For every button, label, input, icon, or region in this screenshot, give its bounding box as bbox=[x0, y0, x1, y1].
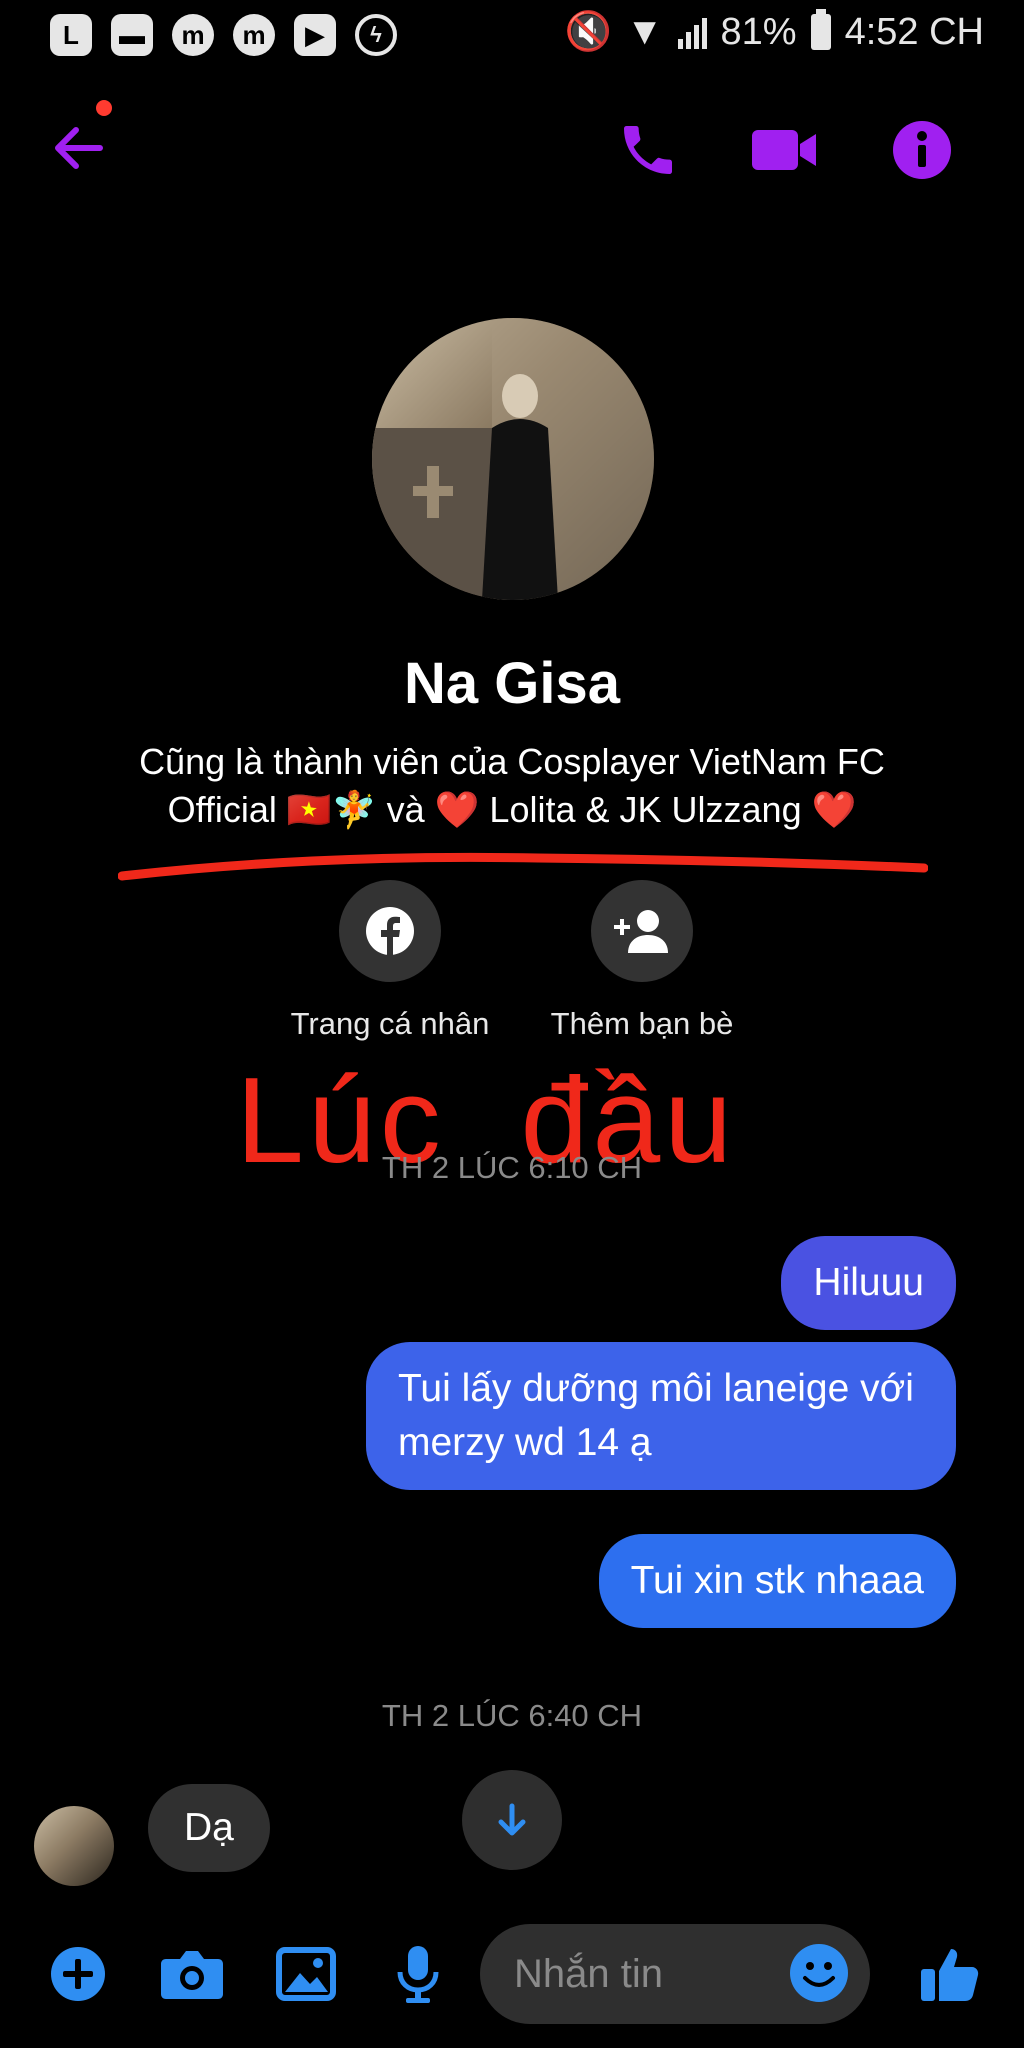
profile-avatar[interactable] bbox=[372, 318, 654, 600]
arrow-down-icon bbox=[498, 1803, 526, 1836]
notification-dot bbox=[96, 100, 112, 116]
gallery-button[interactable] bbox=[274, 1942, 338, 2006]
system-status: 🔇 ▼ 81% 4:52 CH bbox=[564, 9, 984, 54]
sent-message[interactable]: Tui lấy dưỡng môi laneige với merzy wd 1… bbox=[366, 1342, 956, 1490]
info-icon bbox=[893, 121, 951, 179]
signal-icon bbox=[677, 15, 707, 49]
message-composer: Nhắn tin bbox=[0, 1920, 1024, 2030]
received-message[interactable]: Dạ bbox=[148, 1784, 270, 1872]
profile-description: Cũng là thành viên của Cosplayer VietNam… bbox=[80, 738, 944, 834]
notification-icons: L ▬ m m ▶ ϟ bbox=[50, 14, 397, 56]
profile-description-line1: Cũng là thành viên của Cosplayer VietNam… bbox=[139, 741, 885, 782]
voice-message-button[interactable] bbox=[386, 1942, 450, 2006]
clock: 4:52 CH bbox=[844, 10, 984, 53]
image-icon bbox=[276, 1947, 336, 2001]
sent-message[interactable]: Hiluuu bbox=[781, 1236, 956, 1330]
sent-message[interactable]: Tui xin stk nhaaa bbox=[598, 1534, 956, 1628]
camera-icon bbox=[161, 1951, 223, 1999]
status-bar: L ▬ m m ▶ ϟ 🔇 ▼ 81% 4:52 CH bbox=[0, 0, 1024, 72]
wifi-icon: ▼ bbox=[625, 10, 664, 53]
add-friend-button[interactable] bbox=[591, 880, 693, 982]
facebook-icon bbox=[366, 907, 414, 955]
scroll-to-bottom-button[interactable] bbox=[462, 1770, 562, 1870]
more-actions-button[interactable] bbox=[46, 1942, 110, 2006]
plus-icon bbox=[51, 1947, 105, 2001]
m-app-icon-2: m bbox=[233, 14, 275, 56]
video-app-icon: ▶ bbox=[294, 14, 336, 56]
profile-name: Na Gisa bbox=[404, 651, 620, 716]
video-camera-icon bbox=[752, 130, 816, 170]
battery-icon bbox=[810, 9, 831, 50]
profile-photo bbox=[372, 318, 654, 600]
message-timestamp-2: TH 2 LÚC 6:40 CH bbox=[381, 1698, 643, 1733]
add-friend-label: Thêm bạn bè bbox=[550, 1006, 734, 1041]
profile-description-line2: Official 🇻🇳🧚 và ❤️ Lolita & JK Ulzzang ❤… bbox=[167, 789, 857, 830]
microphone-icon bbox=[397, 1946, 439, 2003]
thumbs-up-icon bbox=[921, 1949, 979, 2001]
message-input-placeholder: Nhắn tin bbox=[514, 1951, 663, 1996]
app-l-icon: L bbox=[50, 14, 92, 56]
profile-page-label: Trang cá nhân bbox=[290, 1006, 490, 1041]
profile-page-button[interactable] bbox=[339, 880, 441, 982]
call-button[interactable] bbox=[616, 118, 680, 182]
phone-icon bbox=[624, 126, 672, 174]
mute-icon: 🔇 bbox=[564, 11, 612, 53]
back-button[interactable] bbox=[48, 118, 108, 178]
profile-page-action[interactable]: Trang cá nhân bbox=[270, 880, 510, 1042]
battery-percent: 81% bbox=[720, 10, 797, 53]
emoji-icon bbox=[803, 1962, 835, 1987]
emoji-button[interactable] bbox=[790, 1944, 848, 2002]
back-arrow-icon bbox=[55, 127, 103, 169]
contact-avatar-small[interactable] bbox=[34, 1806, 114, 1886]
camera-button[interactable] bbox=[160, 1942, 224, 2006]
info-button[interactable] bbox=[890, 118, 954, 182]
m-app-icon: m bbox=[172, 14, 214, 56]
message-timestamp: TH 2 LÚC 6:10 CH bbox=[381, 1150, 643, 1185]
messenger-notification-icon: ϟ bbox=[355, 14, 397, 56]
add-friend-icon bbox=[614, 910, 668, 953]
chat-header bbox=[0, 90, 1024, 200]
add-friend-action[interactable]: Thêm bạn bè bbox=[522, 880, 762, 1042]
like-button[interactable] bbox=[918, 1942, 982, 2006]
video-call-button[interactable] bbox=[750, 118, 816, 182]
book-app-icon: ▬ bbox=[111, 14, 153, 56]
